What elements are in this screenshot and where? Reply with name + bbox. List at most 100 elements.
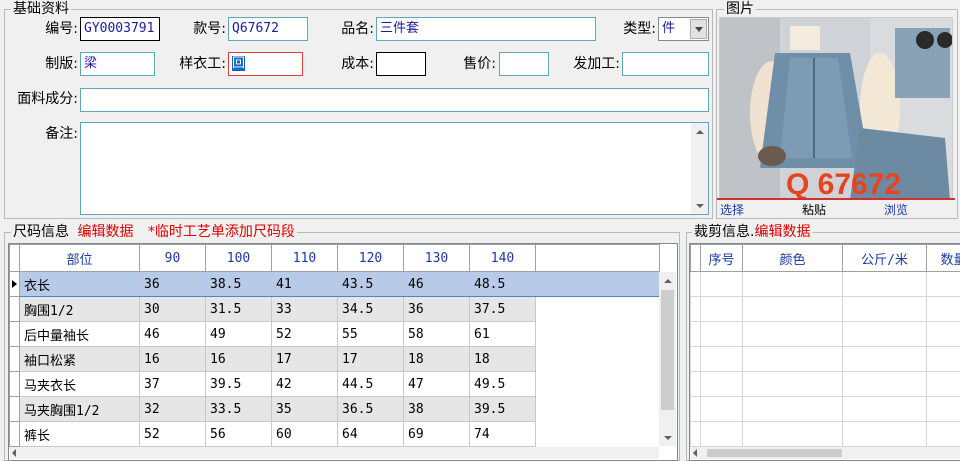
- table-cell[interactable]: 49.5: [469, 371, 536, 397]
- bianhao-field[interactable]: GY0003791: [80, 17, 160, 41]
- table-cell[interactable]: [742, 321, 843, 347]
- column-header[interactable]: 130: [403, 244, 470, 272]
- table-cell[interactable]: [842, 321, 927, 347]
- table-cell[interactable]: 胸围1/2: [19, 296, 140, 322]
- table-cell[interactable]: 16: [205, 346, 272, 372]
- table-cell[interactable]: [742, 371, 843, 397]
- table-cell[interactable]: 36: [403, 296, 470, 322]
- table-cell[interactable]: [926, 371, 960, 397]
- table-cell[interactable]: [926, 396, 960, 422]
- table-cell[interactable]: 64: [337, 421, 404, 447]
- table-cell[interactable]: 17: [337, 346, 404, 372]
- paste-photo-button[interactable]: 粘贴: [802, 201, 826, 218]
- beizhu-textarea[interactable]: [80, 122, 709, 215]
- shoujia-field[interactable]: [499, 52, 549, 76]
- table-row[interactable]: [690, 296, 960, 322]
- size-grid-vscroll[interactable]: [659, 272, 676, 446]
- column-header[interactable]: 部位: [19, 244, 140, 272]
- table-cell[interactable]: 17: [271, 346, 338, 372]
- table-cell[interactable]: [926, 296, 960, 322]
- yangyigong-field[interactable]: 回: [228, 52, 303, 76]
- table-cell[interactable]: 43.5: [337, 271, 404, 297]
- table-cell[interactable]: 马夹衣长: [19, 371, 140, 397]
- table-row[interactable]: 裤长 52 56 60 64 69 74: [9, 421, 660, 447]
- row-indicator[interactable]: [9, 396, 20, 422]
- table-cell[interactable]: 44.5: [337, 371, 404, 397]
- column-header[interactable]: 颜色: [742, 244, 843, 272]
- table-cell[interactable]: [742, 296, 843, 322]
- table-cell[interactable]: 37: [139, 371, 206, 397]
- table-cell[interactable]: [842, 271, 927, 297]
- table-cell[interactable]: 38: [403, 396, 470, 422]
- table-cell[interactable]: 46: [139, 321, 206, 347]
- row-indicator[interactable]: [9, 321, 20, 347]
- table-row[interactable]: 马夹衣长 37 39.5 42 44.5 47 49.5: [9, 371, 660, 397]
- table-cell[interactable]: 48.5: [469, 271, 536, 297]
- row-indicator[interactable]: [690, 296, 701, 322]
- choose-photo-button[interactable]: 选择: [720, 201, 744, 218]
- table-cell[interactable]: [700, 421, 743, 447]
- table-cell[interactable]: [842, 396, 927, 422]
- table-cell[interactable]: 56: [205, 421, 272, 447]
- table-row[interactable]: [690, 271, 960, 297]
- temp-size-link[interactable]: *临时工艺单添加尺码段: [148, 224, 295, 240]
- table-cell[interactable]: 33.5: [205, 396, 272, 422]
- table-row[interactable]: 袖口松紧 16 16 17 17 18 18: [9, 346, 660, 372]
- scroll-thumb[interactable]: [707, 449, 842, 457]
- beizhu-scrollbar[interactable]: [691, 123, 708, 214]
- table-cell[interactable]: 39.5: [205, 371, 272, 397]
- table-cell[interactable]: 18: [469, 346, 536, 372]
- browse-photo-button[interactable]: 浏览: [884, 201, 908, 218]
- table-cell[interactable]: 裤长: [19, 421, 140, 447]
- table-cell[interactable]: 后中量袖长: [19, 321, 140, 347]
- table-cell[interactable]: [842, 371, 927, 397]
- chengben-field[interactable]: [376, 52, 426, 76]
- column-header[interactable]: 100: [205, 244, 272, 272]
- column-header[interactable]: 140: [469, 244, 536, 272]
- scroll-thumb[interactable]: [661, 290, 674, 410]
- row-indicator[interactable]: [9, 421, 20, 447]
- row-indicator[interactable]: [9, 371, 20, 397]
- scroll-up-icon[interactable]: [659, 272, 676, 289]
- size-edit-link[interactable]: 编辑数据: [77, 224, 133, 240]
- table-cell[interactable]: 36.5: [337, 396, 404, 422]
- table-cell[interactable]: 马夹胸围1/2: [19, 396, 140, 422]
- table-cell[interactable]: [700, 321, 743, 347]
- table-cell[interactable]: 46: [403, 271, 470, 297]
- table-cell[interactable]: 18: [403, 346, 470, 372]
- table-cell[interactable]: 30: [139, 296, 206, 322]
- column-header[interactable]: 110: [271, 244, 338, 272]
- cut-grid[interactable]: 序号 颜色 公斤/米 数量: [689, 243, 960, 461]
- table-cell[interactable]: 52: [271, 321, 338, 347]
- scroll-left-icon[interactable]: [12, 449, 16, 457]
- table-cell[interactable]: 38.5: [205, 271, 272, 297]
- table-cell[interactable]: [842, 346, 927, 372]
- row-indicator[interactable]: [690, 421, 701, 447]
- table-row[interactable]: [690, 421, 960, 447]
- table-cell[interactable]: 47: [403, 371, 470, 397]
- column-header[interactable]: 序号: [700, 244, 743, 272]
- column-header[interactable]: 公斤/米: [842, 244, 927, 272]
- row-indicator[interactable]: [9, 346, 20, 372]
- scroll-up-icon[interactable]: [691, 123, 708, 140]
- table-cell[interactable]: 41: [271, 271, 338, 297]
- table-cell[interactable]: 55: [337, 321, 404, 347]
- table-cell[interactable]: 58: [403, 321, 470, 347]
- scroll-left-icon[interactable]: [693, 449, 697, 457]
- table-cell[interactable]: [700, 296, 743, 322]
- size-grid-hscroll[interactable]: [10, 447, 659, 459]
- table-cell[interactable]: [842, 296, 927, 322]
- cut-edit-link[interactable]: 编辑数据: [754, 224, 810, 240]
- table-cell[interactable]: 69: [403, 421, 470, 447]
- table-cell[interactable]: [742, 271, 843, 297]
- table-cell[interactable]: 34.5: [337, 296, 404, 322]
- table-cell[interactable]: [742, 396, 843, 422]
- table-cell[interactable]: [700, 346, 743, 372]
- table-row[interactable]: [690, 371, 960, 397]
- table-row[interactable]: [690, 346, 960, 372]
- table-cell[interactable]: 36: [139, 271, 206, 297]
- leixing-select[interactable]: 件: [658, 17, 709, 41]
- column-header[interactable]: 90: [139, 244, 206, 272]
- table-cell[interactable]: 16: [139, 346, 206, 372]
- table-row[interactable]: 衣长 36 38.5 41 43.5 46 48.5: [9, 271, 660, 297]
